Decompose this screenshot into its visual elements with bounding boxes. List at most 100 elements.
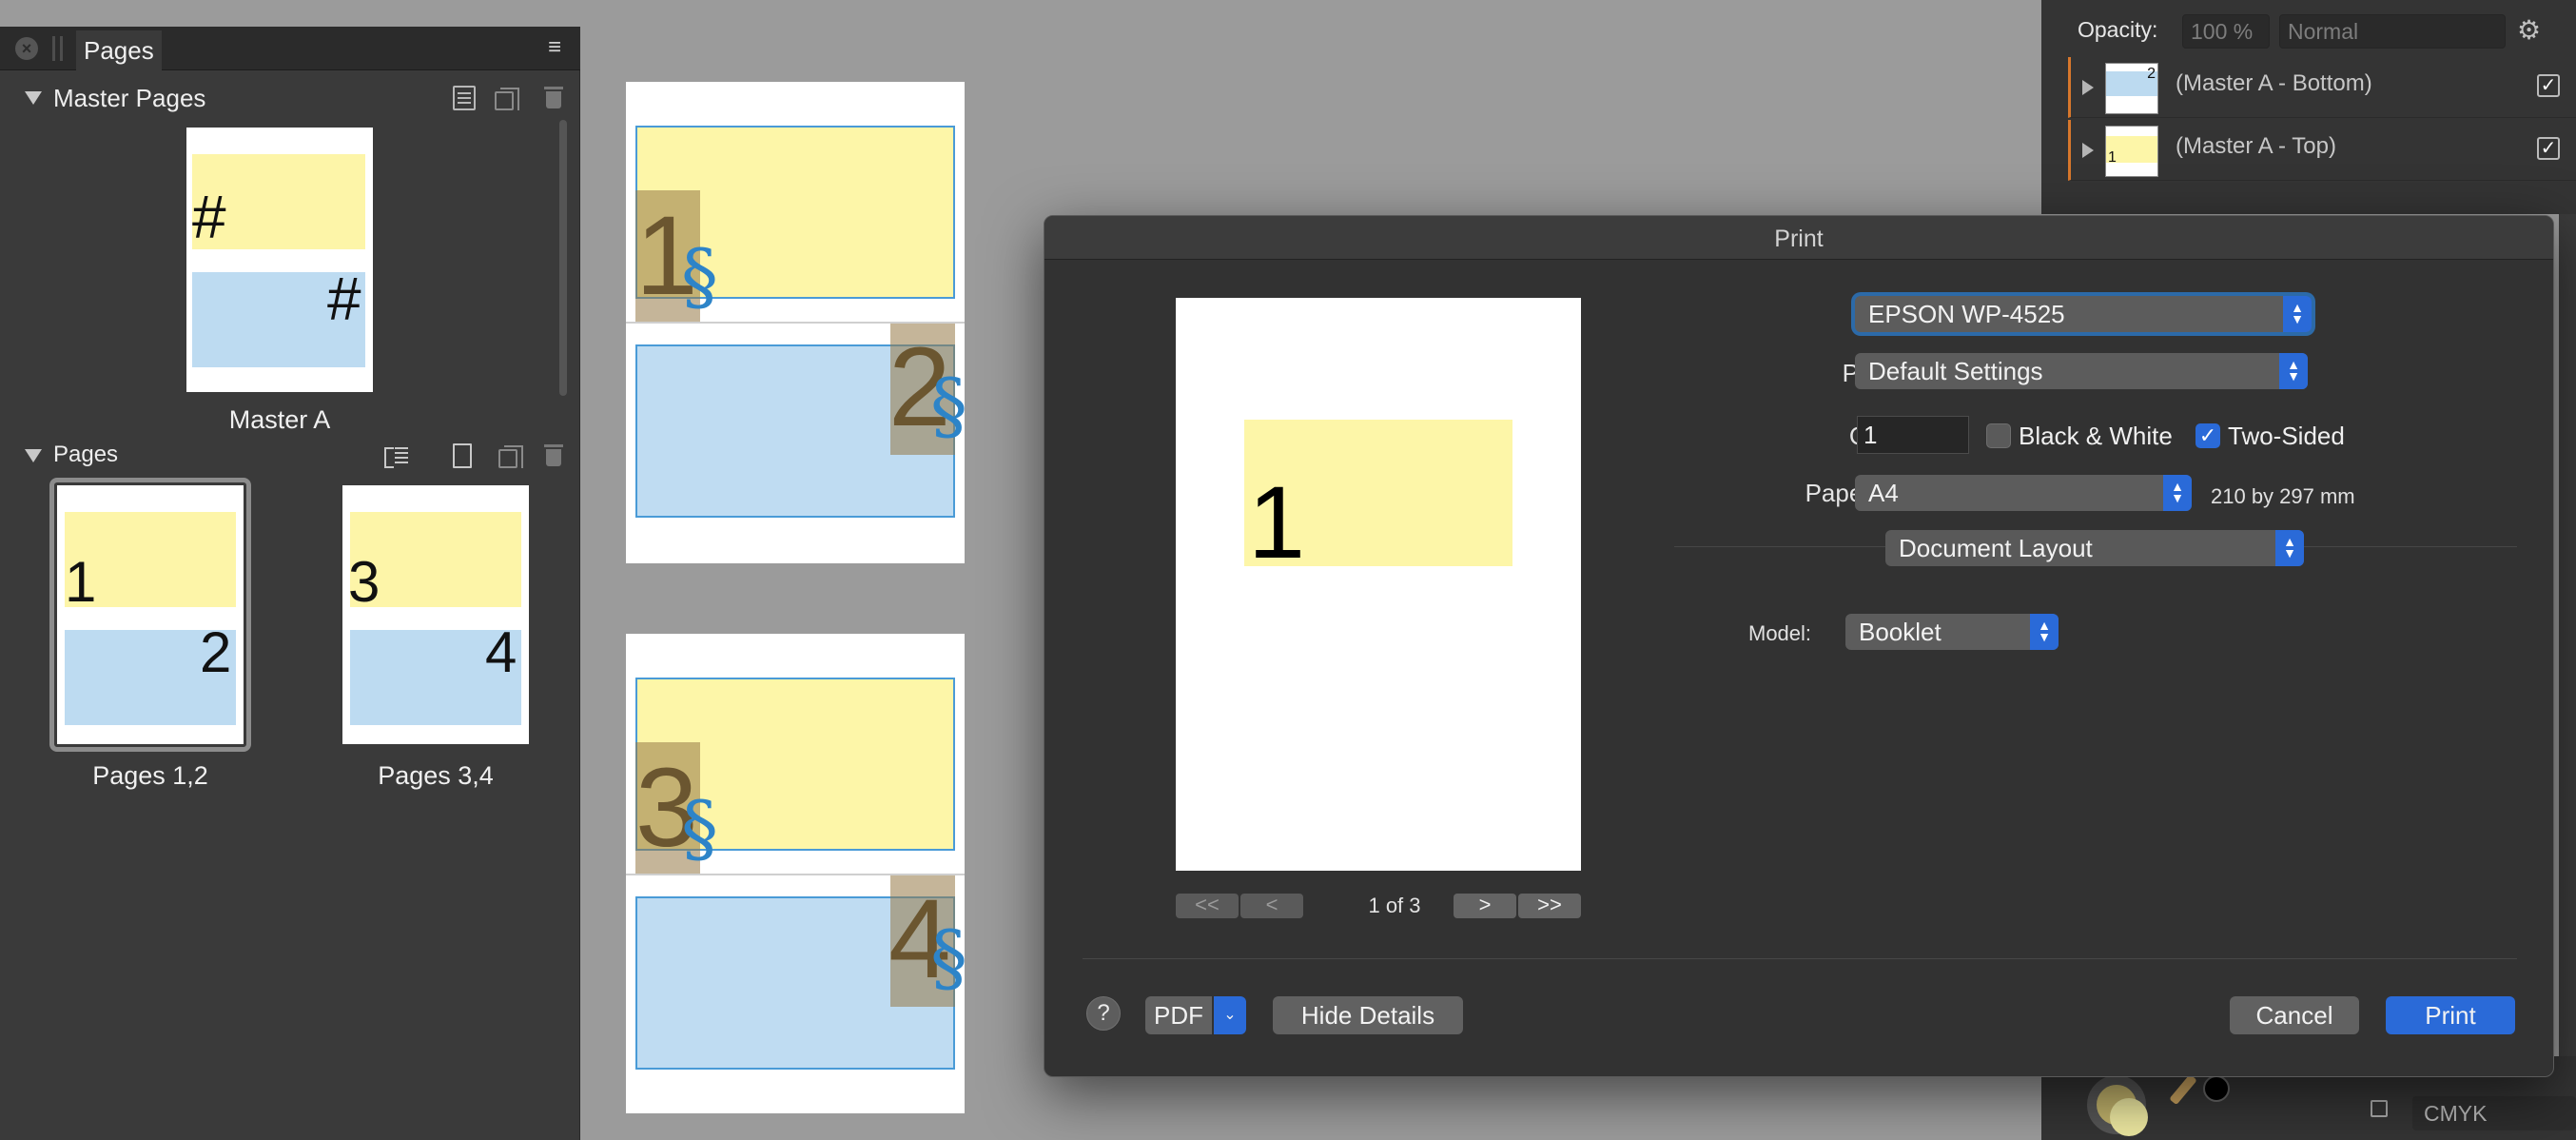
layer-thumbnail: 2 xyxy=(2105,63,2158,114)
spread-thumbnail-2[interactable]: 3 4 xyxy=(342,485,529,744)
print-dialog: Print 1 << < 1 of 3 > >> Printer: EPSON … xyxy=(1044,215,2554,1077)
drag-handle-icon[interactable] xyxy=(52,36,66,61)
layer-thumb-number: 1 xyxy=(2108,149,2117,166)
expand-triangle-icon[interactable] xyxy=(2082,143,2094,158)
duplicate-master-icon[interactable] xyxy=(495,88,519,110)
last-page-button[interactable]: >> xyxy=(1518,894,1581,918)
previous-page-button[interactable]: < xyxy=(1240,894,1303,918)
expand-triangle-icon[interactable] xyxy=(2082,80,2094,95)
panel-tab-bar: × Pages ≡ xyxy=(0,27,580,70)
layer-row-master-top[interactable]: 1 (Master A - Top) ✓ xyxy=(2068,120,2576,181)
section-value: Document Layout xyxy=(1899,534,2093,562)
collapse-triangle-icon[interactable] xyxy=(25,91,42,105)
section-select[interactable]: Document Layout ▲ ▼ xyxy=(1885,530,2304,566)
color-wheel-icon[interactable] xyxy=(2087,1075,2148,1136)
layer-name[interactable]: (Master A - Bottom) xyxy=(2176,70,2372,97)
master-pages-label: Master Pages xyxy=(53,84,206,112)
paper-size-select[interactable]: A4 ▲ ▼ xyxy=(1855,475,2192,511)
black-swatch[interactable] xyxy=(2203,1075,2230,1102)
master-top-hash: # xyxy=(192,183,226,251)
thumb-page-number: 4 xyxy=(485,620,517,684)
close-panel-icon[interactable]: × xyxy=(15,37,38,60)
spread-thumbnail-1[interactable]: 1 2 xyxy=(57,485,244,744)
master-bottom-hash: # xyxy=(327,265,361,333)
thumb-page-number: 3 xyxy=(348,550,381,614)
footer-separator xyxy=(1083,958,2517,959)
canvas-spread-2[interactable]: 3 § 4 § xyxy=(626,634,967,1113)
model-select[interactable]: Booklet ▲ ▼ xyxy=(1845,614,2059,650)
thumb-page-number: 1 xyxy=(65,550,97,614)
first-page-button[interactable]: << xyxy=(1176,894,1239,918)
help-button[interactable]: ? xyxy=(1086,996,1121,1031)
master-pages-header[interactable]: Master Pages xyxy=(0,78,580,120)
thumb-page-number: 2 xyxy=(200,620,232,684)
duplicate-page-icon[interactable] xyxy=(498,445,523,468)
black-white-checkbox[interactable] xyxy=(1986,423,2011,448)
presets-select[interactable]: Default Settings ▲ ▼ xyxy=(1855,353,2308,389)
master-a-thumbnail[interactable]: # # xyxy=(186,128,373,392)
right-panel-edge xyxy=(2559,214,2576,1056)
tab-pages[interactable]: Pages xyxy=(76,30,162,70)
layer-visibility-checkbox[interactable]: ✓ xyxy=(2537,137,2560,160)
layers-panel: Opacity: 100 % Normal ⚙ 2 (Master A - Bo… xyxy=(2041,0,2576,214)
layer-thumb-number: 2 xyxy=(2147,66,2156,82)
paper-size-value: A4 xyxy=(1868,479,1899,507)
next-page-button[interactable]: > xyxy=(1454,894,1516,918)
section-symbol: § xyxy=(930,364,967,449)
two-sided-checkbox[interactable]: ✓ xyxy=(2195,423,2220,448)
two-sided-label[interactable]: Two-Sided xyxy=(2228,422,2345,451)
print-button[interactable]: Print xyxy=(2386,996,2515,1034)
presets-value: Default Settings xyxy=(1868,357,2043,385)
section-symbol: § xyxy=(681,234,718,320)
panel-menu-icon[interactable]: ≡ xyxy=(548,34,575,61)
eyedropper-icon[interactable] xyxy=(2169,1073,2197,1106)
popup-arrows-icon: ▲ ▼ xyxy=(2275,530,2304,566)
layer-thumbnail: 1 xyxy=(2105,126,2158,177)
page-count: 1 of 3 xyxy=(1368,894,1421,917)
gear-icon[interactable]: ⚙ xyxy=(2517,14,2541,46)
pages-header[interactable]: Pages xyxy=(0,436,580,478)
paper-dimensions: 210 by 297 mm xyxy=(2211,484,2355,508)
model-value: Booklet xyxy=(1859,618,1942,646)
popup-arrows-icon: ▲ ▼ xyxy=(2163,475,2192,511)
add-page-icon[interactable] xyxy=(453,443,472,468)
lock-icon[interactable] xyxy=(2371,1100,2388,1117)
model-label: Model: xyxy=(1748,621,1812,645)
delete-master-icon[interactable] xyxy=(544,86,563,110)
dialog-titlebar[interactable]: Print xyxy=(1044,216,2553,260)
copies-field[interactable]: 1 xyxy=(1857,416,1969,454)
cancel-button[interactable]: Cancel xyxy=(2230,996,2359,1034)
opacity-field[interactable]: 100 % xyxy=(2182,14,2270,49)
color-mode-select[interactable]: CMYK xyxy=(2412,1096,2576,1130)
popup-arrows-icon: ▲ ▼ xyxy=(2283,296,2312,332)
black-white-label[interactable]: Black & White xyxy=(2019,422,2173,451)
popup-arrows-icon: ▲ ▼ xyxy=(2279,353,2308,389)
printer-value: EPSON WP-4525 xyxy=(1868,300,2065,328)
master-scrollbar[interactable] xyxy=(559,120,567,396)
pdf-menu-chevron-icon[interactable]: ⌄ xyxy=(1214,996,1246,1034)
layer-row-master-bottom[interactable]: 2 (Master A - Bottom) ✓ xyxy=(2068,57,2576,118)
printer-select[interactable]: EPSON WP-4525 ▲ ▼ xyxy=(1855,296,2312,332)
dialog-title: Print xyxy=(1774,226,1824,252)
insert-pages-icon[interactable] xyxy=(384,443,409,468)
delete-page-icon[interactable] xyxy=(544,443,563,468)
edit-master-icon[interactable] xyxy=(453,86,476,110)
print-preview: 1 xyxy=(1176,298,1581,871)
preview-page-number: 1 xyxy=(1248,464,1306,580)
hide-details-button[interactable]: Hide Details xyxy=(1273,996,1463,1034)
spread-caption-1: Pages 1,2 xyxy=(92,761,208,790)
spread-caption-2: Pages 3,4 xyxy=(378,761,494,790)
master-a-caption: Master A xyxy=(228,405,331,434)
layer-name[interactable]: (Master A - Top) xyxy=(2176,133,2336,160)
section-symbol: § xyxy=(930,915,967,1001)
opacity-label: Opacity: xyxy=(2078,17,2158,42)
pages-panel: × Pages ≡ Master Pages # # Master A Page… xyxy=(0,27,580,1140)
collapse-triangle-icon[interactable] xyxy=(25,449,42,462)
pdf-button[interactable]: PDF xyxy=(1145,996,1212,1034)
popup-arrows-icon: ▲ ▼ xyxy=(2030,614,2059,650)
canvas-spread-1[interactable]: 1 § 2 § xyxy=(626,82,967,563)
blend-mode-select[interactable]: Normal xyxy=(2279,14,2506,49)
layer-visibility-checkbox[interactable]: ✓ xyxy=(2537,74,2560,97)
section-symbol: § xyxy=(681,786,718,872)
pages-label: Pages xyxy=(53,442,119,467)
